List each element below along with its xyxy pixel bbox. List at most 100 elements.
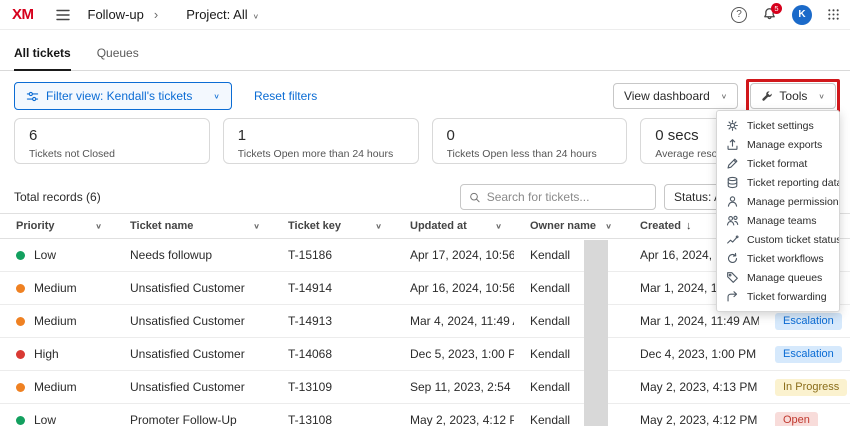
chevron-down-icon: ∨ [605,222,612,231]
menu-item-ticket-forwarding[interactable]: Ticket forwarding [717,287,839,306]
ticket-key-cell: T-13108 [272,413,394,426]
project-selector[interactable]: Project: All ∨ [186,7,259,22]
chevron-down-icon: ∨ [253,12,260,21]
view-dashboard-button[interactable]: View dashboard ∨ [613,83,738,109]
database-icon [726,176,739,189]
status-cell: Open [759,412,850,426]
status-cell: In Progress [759,379,850,396]
help-button[interactable]: ? [731,7,747,23]
ticket-name-cell: Unsatisfied Customer [114,380,272,394]
ticket-key-cell: T-14913 [272,314,394,328]
priority-dot [16,317,25,326]
people-icon [726,214,739,227]
menu-item-manage-permissions[interactable]: Manage permissions [717,192,839,211]
breadcrumb-app: Follow-up [88,7,144,22]
wrench-icon [761,90,773,102]
menu-item-manage-exports[interactable]: Manage exports [717,135,839,154]
menu-item-custom-ticket-status[interactable]: Custom ticket status [717,230,839,249]
menu-item-manage-teams[interactable]: Manage teams [717,211,839,230]
apps-grid-icon[interactable] [827,8,840,21]
chevron-down-icon: ∨ [818,92,825,101]
reset-filters-link[interactable]: Reset filters [254,89,317,103]
topbar-actions: ? 5 K [731,5,840,25]
ticket-key-cell: T-13109 [272,380,394,394]
stat-value: 6 [29,127,195,144]
stat-card-open-more-24h: 1 Tickets Open more than 24 hours [223,118,419,164]
total-records-label: Total records (6) [14,190,101,204]
created-cell: Mar 1, 2024, 11:49 AM [624,314,759,328]
updated-at-cell: Sep 11, 2023, 2:54 PM [394,380,514,394]
updated-at-cell: Apr 17, 2024, 10:56 AM [394,248,514,262]
sort-desc-icon: ↓ [686,220,692,232]
search-icon [469,191,481,204]
view-dashboard-label: View dashboard [624,89,710,103]
column-header-ticket-key[interactable]: Ticket key∨ [272,214,394,238]
tab-queues[interactable]: Queues [97,46,139,70]
stat-label: Tickets Open less than 24 hours [447,148,613,160]
tab-bar: All tickets Queues [0,46,850,71]
column-header-ticket-name[interactable]: Ticket name∨ [114,214,272,238]
stat-label: Tickets not Closed [29,148,195,160]
priority-dot [16,416,25,425]
priority-dot [16,284,25,293]
table-row[interactable]: High Unsatisfied Customer T-14068 Dec 5,… [0,338,850,371]
chevron-down-icon: ∨ [495,222,502,231]
updated-at-cell: May 2, 2023, 4:12 PM [394,413,514,426]
menu-item-ticket-settings[interactable]: Ticket settings [717,116,839,135]
avatar[interactable]: K [792,5,812,25]
priority-dot [16,251,25,260]
table-scrollbar[interactable] [584,240,608,426]
filter-view-label: Filter view: Kendall's tickets [46,89,192,103]
status-cell: Escalation [759,313,850,330]
table-row[interactable]: Medium Unsatisfied Customer T-13109 Sep … [0,371,850,404]
updated-at-cell: Mar 4, 2024, 11:49 AM [394,314,514,328]
column-header-updated-at[interactable]: Updated at∨ [394,214,514,238]
status-badge: In Progress [775,379,847,396]
chevron-down-icon: ∨ [721,92,728,101]
stat-label: Tickets Open more than 24 hours [238,148,404,160]
tab-all-tickets[interactable]: All tickets [14,46,71,71]
tools-label: Tools [779,89,807,103]
priority-cell: Medium [0,281,114,295]
breadcrumb-separator-icon: › [154,7,158,22]
status-badge: Open [775,412,818,426]
notifications-button[interactable]: 5 [762,7,777,22]
workflow-icon [726,252,739,265]
export-icon [726,138,739,151]
person-icon [726,195,739,208]
menu-item-manage-queues[interactable]: Manage queues [717,268,839,287]
menu-item-ticket-reporting-datasets[interactable]: Ticket reporting datasets [717,173,839,192]
status-badge: Escalation [775,346,842,363]
menu-item-ticket-workflows[interactable]: Ticket workflows [717,249,839,268]
created-cell: May 2, 2023, 4:13 PM [624,380,759,394]
hamburger-menu-icon[interactable] [56,9,70,21]
priority-cell: Medium [0,314,114,328]
search-input[interactable] [487,190,647,204]
filter-row-actions: View dashboard ∨ Tools ∨ [613,79,840,113]
top-bar: XM Follow-up › Project: All∨ ? 5 K [0,0,850,30]
tools-button[interactable]: Tools ∨ [750,83,836,109]
ticket-key-cell: T-14068 [272,347,394,361]
menu-item-ticket-format[interactable]: Ticket format [717,154,839,173]
ticket-name-cell: Needs followup [114,248,272,262]
filter-view-button[interactable]: Filter view: Kendall's tickets ∨ [14,82,232,110]
created-cell: May 2, 2023, 4:12 PM [624,413,759,426]
table-row[interactable]: Low Promoter Follow-Up T-13108 May 2, 20… [0,404,850,426]
gear-icon [726,119,739,132]
priority-dot [16,383,25,392]
ticket-name-cell: Unsatisfied Customer [114,347,272,361]
tools-menu: Ticket settings Manage exports Ticket fo… [716,110,840,312]
status-badge: Escalation [775,313,842,330]
column-header-owner-name[interactable]: Owner name∨ [514,214,624,238]
column-header-priority[interactable]: Priority∨ [0,214,114,238]
priority-cell: Low [0,413,114,426]
chevron-down-icon: ∨ [253,222,260,231]
annotation-highlight: Tools ∨ [746,79,840,113]
ticket-name-cell: Promoter Follow-Up [114,413,272,426]
priority-cell: Low [0,248,114,262]
project-selector-label: Project: All [186,7,247,22]
filter-icon [26,90,39,103]
stat-value: 1 [238,127,404,144]
priority-dot [16,350,25,359]
updated-at-cell: Dec 5, 2023, 1:00 PM [394,347,514,361]
